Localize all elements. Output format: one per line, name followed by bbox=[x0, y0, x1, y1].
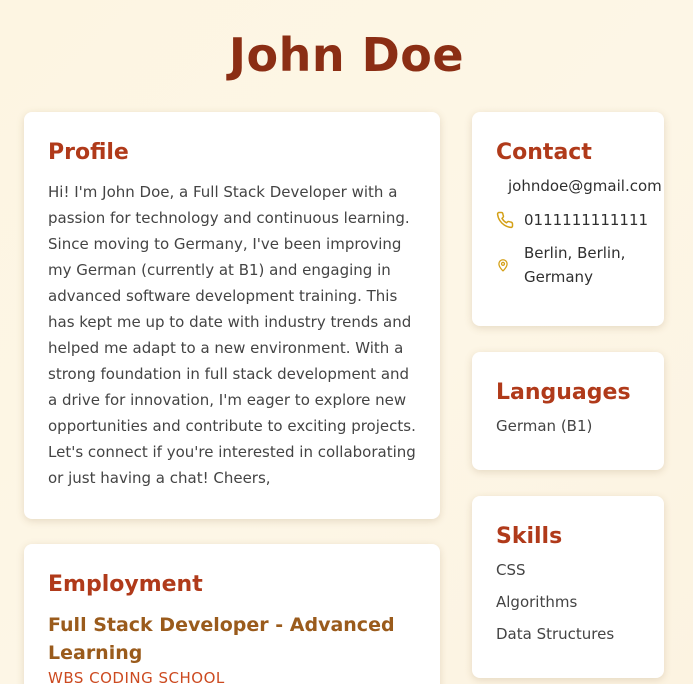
contact-phone[interactable]: 0111111111111 bbox=[524, 211, 648, 229]
job-company: WBS CODING SCHOOL bbox=[48, 669, 225, 684]
location-pin-icon bbox=[496, 257, 524, 273]
phone-icon bbox=[496, 211, 524, 229]
contact-address: Berlin, Berlin, Germany bbox=[524, 244, 626, 286]
profile-card: Profile Hi! I'm John Doe, a Full Stack D… bbox=[24, 112, 440, 519]
skill-item-data-structures: Data Structures bbox=[496, 625, 615, 643]
employment-card: Employment Full Stack Developer - Advanc… bbox=[24, 544, 440, 684]
employment-title: Employment bbox=[48, 572, 203, 597]
languages-title: Languages bbox=[496, 380, 631, 405]
contact-email-row: johndoe@gmail.com bbox=[496, 173, 664, 199]
skills-card: Skills CSS Algorithms Data Structures bbox=[472, 496, 664, 678]
languages-card: Languages German (B1) bbox=[472, 352, 664, 470]
resume-page: John Doe Profile Hi! I'm John Doe, a Ful… bbox=[0, 0, 693, 684]
skill-item-algorithms: Algorithms bbox=[496, 593, 578, 611]
resume-name: John Doe bbox=[228, 28, 465, 82]
skills-title: Skills bbox=[496, 524, 563, 549]
contact-title: Contact bbox=[496, 140, 592, 165]
contact-email[interactable]: johndoe@gmail.com bbox=[508, 177, 662, 195]
language-item: German (B1) bbox=[496, 417, 593, 435]
skill-item-css: CSS bbox=[496, 561, 526, 579]
profile-title: Profile bbox=[48, 140, 129, 165]
profile-text: Hi! I'm John Doe, a Full Stack Developer… bbox=[48, 183, 416, 487]
contact-phone-row: 0111111111111 bbox=[496, 205, 664, 235]
contact-card: Contact johndoe@gmail.com 0111111111111 … bbox=[472, 112, 664, 326]
contact-address-row: Berlin, Berlin, Germany bbox=[496, 241, 664, 289]
job-title: Full Stack Developer - Advanced Learning bbox=[48, 614, 395, 664]
